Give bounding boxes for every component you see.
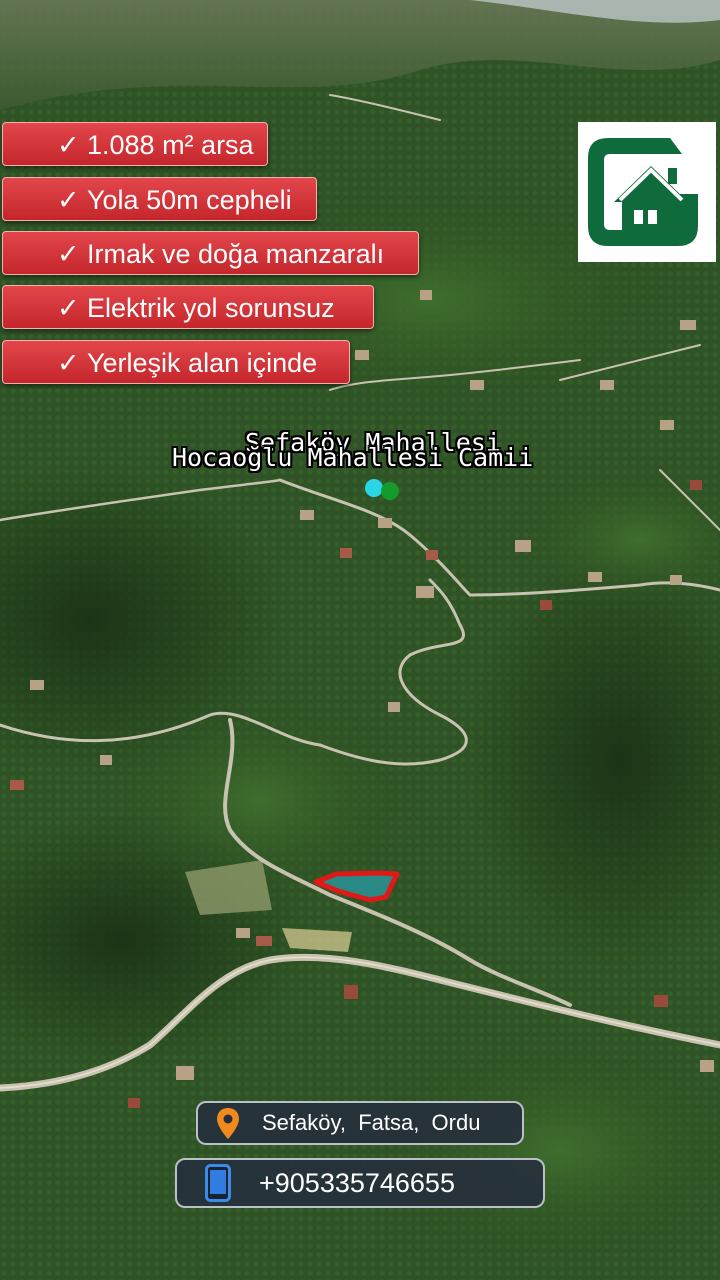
feature-label: Yola 50m cepheli bbox=[87, 185, 292, 215]
feature-badge-view: ✓ Irmak ve doğa manzaralı bbox=[2, 231, 419, 275]
location-text: Sefaköy, Fatsa, Ordu bbox=[262, 1110, 481, 1135]
feature-badge-area: ✓ 1.088 m² arsa bbox=[2, 122, 268, 166]
checkmark-icon: ✓ bbox=[57, 348, 80, 378]
checkmark-icon: ✓ bbox=[57, 130, 80, 160]
feature-label: 1.088 m² arsa bbox=[87, 130, 254, 160]
location-pill: Sefaköy, Fatsa, Ordu bbox=[196, 1101, 524, 1145]
checkmark-icon: ✓ bbox=[57, 293, 80, 323]
smartphone-icon bbox=[205, 1164, 231, 1202]
checkmark-icon: ✓ bbox=[57, 239, 80, 269]
feature-label: Yerleşik alan içinde bbox=[87, 348, 318, 378]
company-logo bbox=[578, 122, 716, 262]
feature-badge-settlement: ✓ Yerleşik alan içinde bbox=[2, 340, 350, 384]
map-label-mosque: Hocaoğlu Mahallesi Camii bbox=[172, 443, 534, 472]
feature-badge-road-frontage: ✓ Yola 50m cepheli bbox=[2, 177, 317, 221]
checkmark-icon: ✓ bbox=[57, 185, 80, 215]
phone-pill[interactable]: +905335746655 bbox=[175, 1158, 545, 1208]
location-pin-icon bbox=[217, 1108, 239, 1139]
feature-label: Elektrik yol sorunsuz bbox=[87, 293, 335, 323]
phone-number[interactable]: +905335746655 bbox=[259, 1160, 455, 1206]
feature-label: Irmak ve doğa manzaralı bbox=[87, 239, 385, 269]
neighborhood-marker[interactable] bbox=[365, 479, 383, 497]
feature-badge-utilities: ✓ Elektrik yol sorunsuz bbox=[2, 285, 374, 329]
house-logo-icon bbox=[588, 138, 698, 246]
mosque-marker[interactable] bbox=[381, 482, 399, 500]
